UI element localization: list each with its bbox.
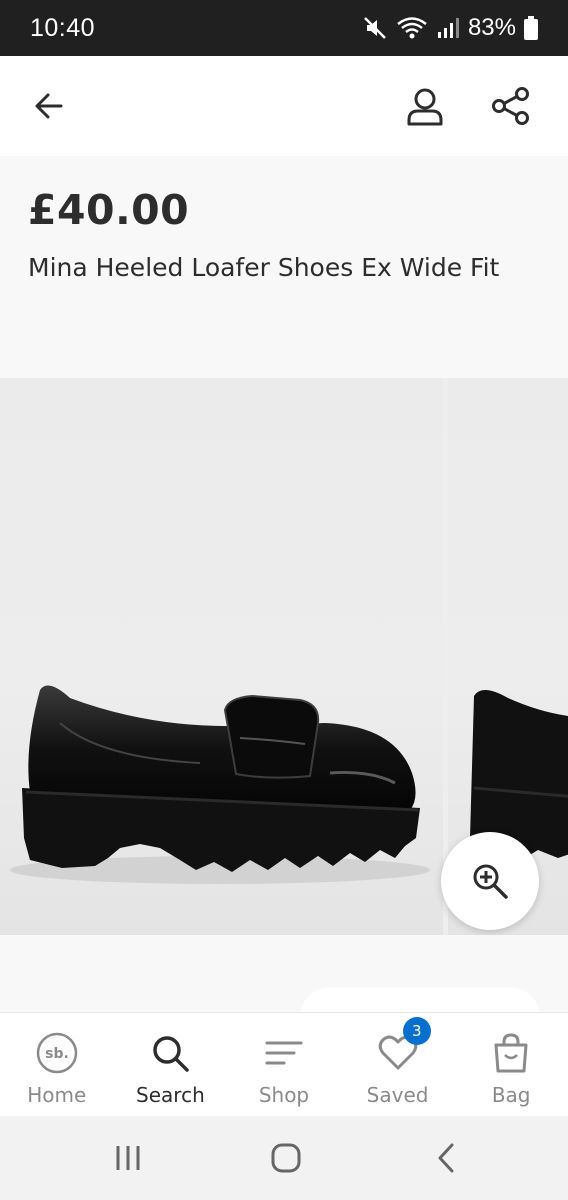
recent-apps-button[interactable] bbox=[108, 1138, 148, 1178]
svg-text:sb.: sb. bbox=[45, 1046, 69, 1062]
system-navigation-bar bbox=[0, 1116, 568, 1200]
product-name: Mina Heeled Loafer Shoes Ex Wide Fit bbox=[28, 253, 500, 282]
nav-item-home[interactable]: sb. Home bbox=[0, 1013, 114, 1116]
back-button[interactable] bbox=[21, 78, 77, 134]
chevron-left-icon bbox=[438, 1143, 454, 1173]
status-time: 10:40 bbox=[30, 13, 96, 42]
app-header bbox=[0, 56, 568, 156]
nav-item-saved[interactable]: 3 Saved bbox=[341, 1013, 455, 1116]
nav-item-bag[interactable]: Bag bbox=[454, 1013, 568, 1116]
status-bar: 10:40 83% bbox=[0, 0, 568, 56]
bottom-navigation: sb. Home Search Shop 3 Saved Bag bbox=[0, 1012, 568, 1116]
wifi-icon bbox=[397, 17, 427, 39]
nav-label-bag: Bag bbox=[491, 1083, 531, 1107]
home-button[interactable] bbox=[266, 1138, 306, 1178]
system-back-button[interactable] bbox=[426, 1138, 466, 1178]
home-circle-icon bbox=[271, 1143, 301, 1173]
back-arrow-icon bbox=[35, 93, 63, 119]
saved-count-badge: 3 bbox=[402, 1017, 431, 1045]
battery-icon bbox=[524, 16, 538, 40]
account-button[interactable] bbox=[397, 78, 453, 134]
share-icon bbox=[492, 87, 529, 125]
nav-label-shop: Shop bbox=[258, 1083, 310, 1107]
share-button[interactable] bbox=[483, 78, 539, 134]
signal-icon bbox=[437, 18, 459, 38]
nav-label-saved: Saved bbox=[366, 1083, 429, 1107]
product-price: £40.00 bbox=[28, 186, 190, 234]
product-image[interactable] bbox=[0, 378, 443, 935]
mute-icon bbox=[364, 17, 386, 39]
menu-lines-icon bbox=[265, 1041, 303, 1065]
recent-apps-icon bbox=[116, 1146, 140, 1170]
home-logo-icon: sb. bbox=[36, 1032, 78, 1074]
bag-icon bbox=[494, 1033, 528, 1073]
search-icon bbox=[153, 1036, 190, 1072]
nav-label-search: Search bbox=[136, 1083, 205, 1107]
status-icons: 83% bbox=[362, 14, 538, 42]
product-info: £40.00 Mina Heeled Loafer Shoes Ex Wide … bbox=[0, 156, 568, 378]
loafer-shoe-image bbox=[10, 685, 430, 884]
content-area bbox=[0, 935, 568, 1047]
account-icon bbox=[407, 88, 443, 126]
zoom-button[interactable] bbox=[441, 832, 539, 930]
nav-label-home: Home bbox=[27, 1083, 87, 1107]
product-gallery[interactable] bbox=[0, 378, 568, 935]
battery-percent: 83% bbox=[467, 14, 516, 41]
nav-item-search[interactable]: Search bbox=[114, 1013, 228, 1116]
nav-item-shop[interactable]: Shop bbox=[227, 1013, 341, 1116]
zoom-in-icon bbox=[473, 864, 508, 899]
